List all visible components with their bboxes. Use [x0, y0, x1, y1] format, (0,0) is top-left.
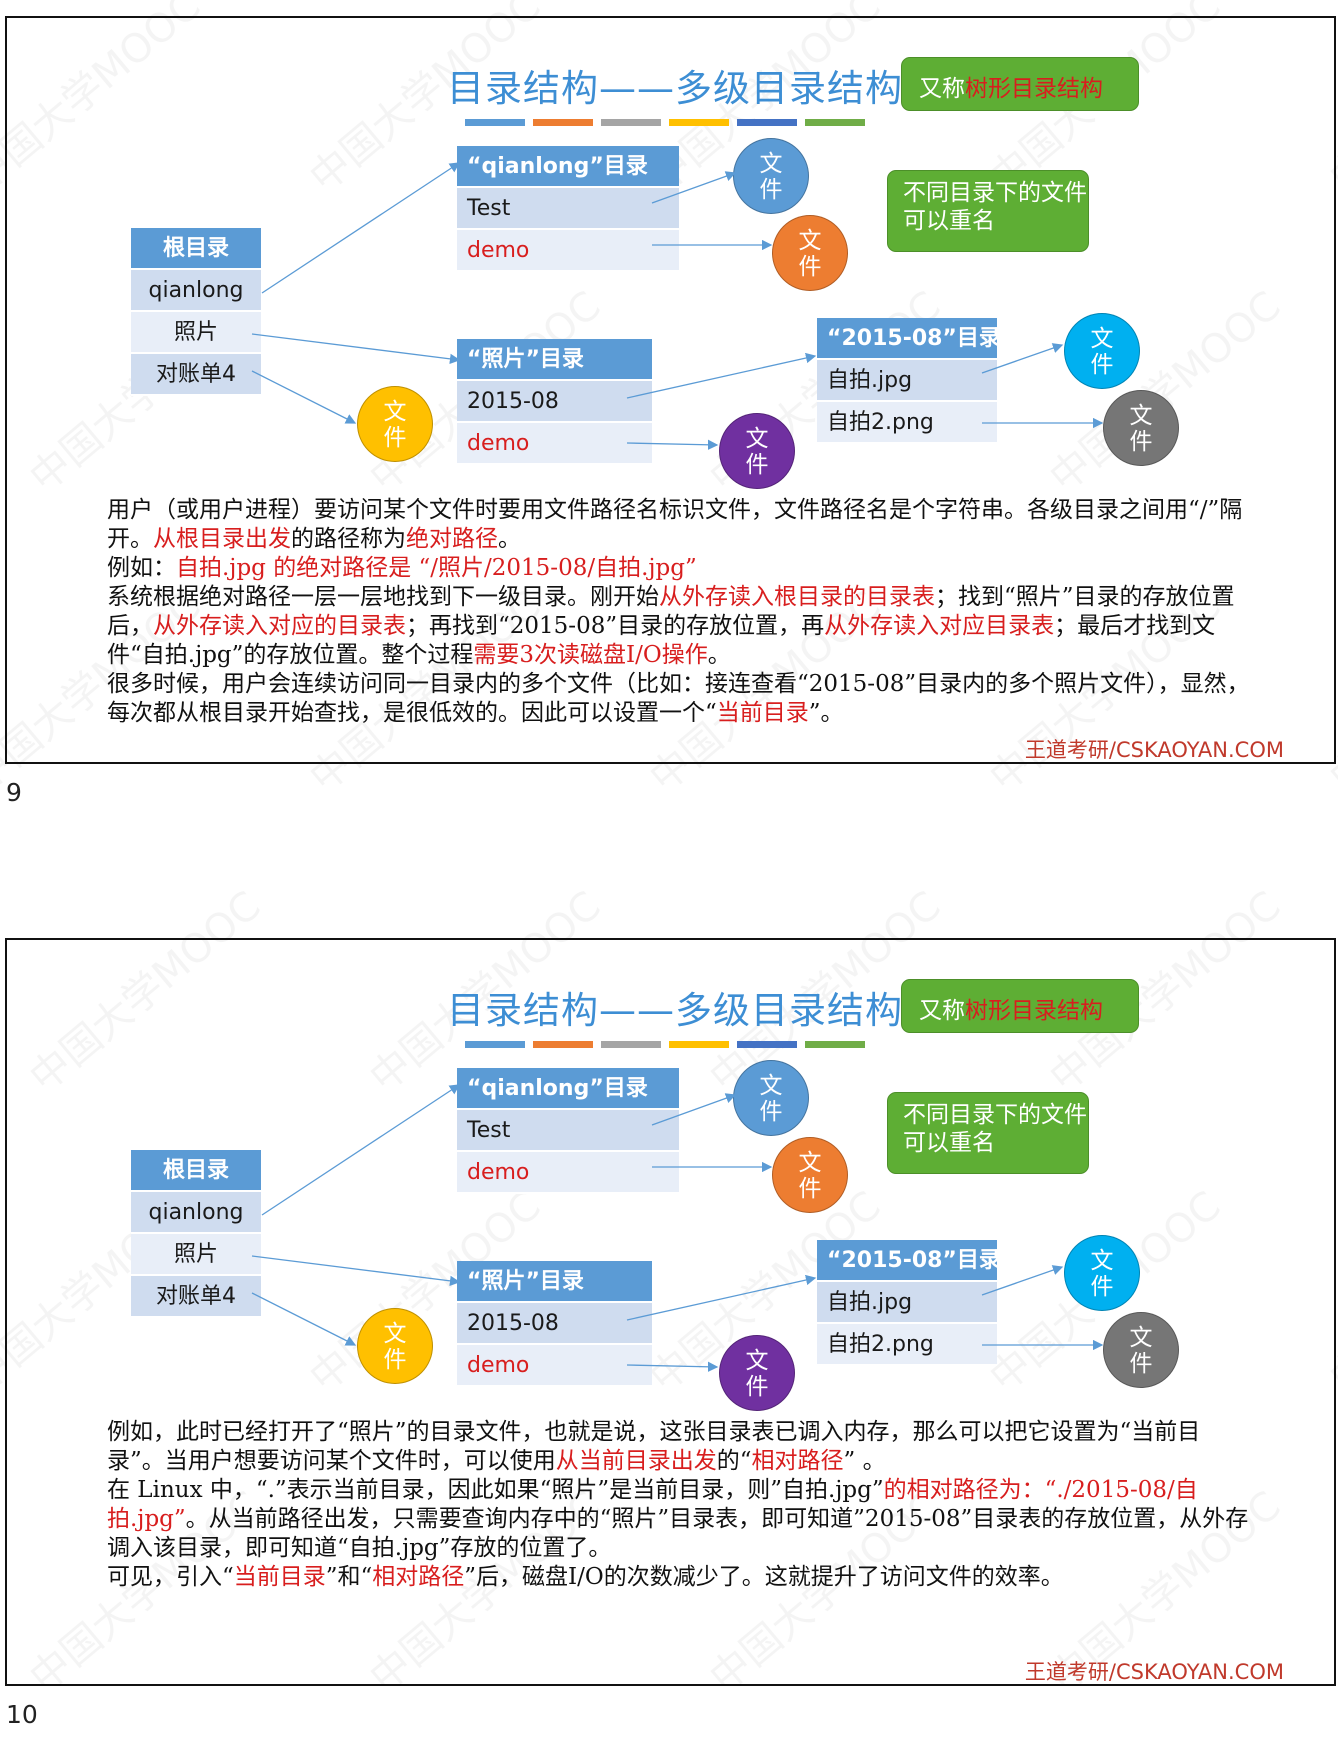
brand-footer: 王道考研/CSKAOYAN.COM	[1024, 1660, 1284, 1684]
paragraph: 在 Linux 中，“.”表示当前目录，因此如果“照片”是当前目录，则”自拍.j…	[107, 1477, 1249, 1561]
connector-arrow	[626, 1361, 719, 1372]
diagram-arrows	[251, 1084, 1104, 1372]
paragraph: 例如，此时已经打开了“照片”的目录文件，也就是说，这张目录表已调入内存，那么可以…	[107, 1419, 1201, 1474]
page-number: 10	[6, 1700, 38, 1729]
slide-10: 目录结构——多级目录结构 又称树形目录结构 不同目录下的文件可以重名 根目录 q…	[5, 938, 1336, 1686]
connector-arrow	[981, 343, 1064, 374]
connector-arrow	[251, 370, 357, 424]
body-text: 用户（或用户进程）要访问某个文件时要用文件路径名标识文件，文件路径名是个字符串。…	[107, 496, 1257, 728]
connector-arrow	[251, 1255, 461, 1287]
connector-arrow	[261, 1084, 461, 1216]
connector-arrow	[251, 333, 461, 365]
paragraph: 可见，引入“当前目录”和“相对路径”后，磁盘I/O的次数减少了。这就提升了访问文…	[107, 1564, 1064, 1590]
diagram-arrows	[251, 162, 1104, 450]
brand-footer: 王道考研/CSKAOYAN.COM	[1024, 738, 1284, 762]
body-text: 例如，此时已经打开了“照片”的目录文件，也就是说，这张目录表已调入内存，那么可以…	[107, 1418, 1257, 1592]
connector-arrow	[626, 352, 817, 399]
page-number: 9	[6, 778, 22, 807]
paragraph: 很多时候，用户会连续访问同一目录内的多个文件（比如：接连查看“2015-08”目…	[107, 671, 1250, 726]
connector-arrow	[626, 1274, 817, 1321]
connector-arrow	[981, 1265, 1064, 1296]
connector-arrow	[261, 162, 461, 294]
connector-arrow	[651, 1093, 737, 1126]
connector-arrow	[651, 171, 737, 204]
slide-9: 目录结构——多级目录结构 又称树形目录结构 不同目录下的文件可以重名 根目录 q…	[5, 16, 1336, 764]
paragraph: 系统根据绝对路径一层一层地找到下一级目录。刚开始从外存读入根目录的目录表；找到“…	[107, 584, 1235, 668]
paragraph: 例如：自拍.jpg 的绝对路径是 “/照片/2015-08/自拍.jpg”	[107, 555, 697, 581]
paragraph: 用户（或用户进程）要访问某个文件时要用文件路径名标识文件，文件路径名是个字符串。…	[107, 497, 1243, 552]
connector-arrow	[251, 1292, 357, 1346]
connector-arrow	[626, 439, 719, 450]
